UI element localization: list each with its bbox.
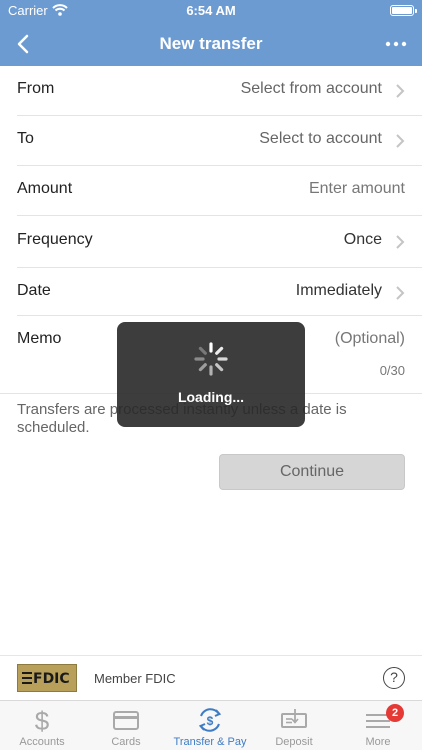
- chevron-right-icon: [396, 235, 405, 249]
- check-deposit-icon: [281, 709, 307, 728]
- clock: 6:54 AM: [186, 3, 236, 18]
- loading-spinner-icon: [194, 342, 228, 376]
- notification-badge: 2: [386, 704, 404, 722]
- transfer-pay-icon: $: [198, 708, 222, 732]
- battery-icon: [390, 5, 417, 16]
- frequency-select[interactable]: Once: [344, 231, 382, 249]
- from-account-select[interactable]: Select from account: [241, 80, 382, 98]
- navigation-bar: New transfer: [0, 22, 422, 66]
- from-row[interactable]: From Select from account: [17, 66, 422, 116]
- card-icon: [113, 711, 139, 730]
- fdic-logo: FDIC: [17, 664, 77, 692]
- fdic-stripes-icon: [22, 672, 32, 684]
- to-account-select[interactable]: Select to account: [259, 130, 382, 148]
- loading-text: Loading...: [177, 389, 245, 405]
- member-fdic-label: Member FDIC: [94, 671, 176, 686]
- tab-label: Transfer & Pay: [173, 736, 247, 748]
- tab-label: Cards: [111, 736, 141, 748]
- loading-overlay: Loading...: [117, 322, 305, 427]
- svg-text:$: $: [207, 714, 214, 728]
- memo-input[interactable]: (Optional): [335, 330, 405, 348]
- date-label: Date: [17, 282, 51, 299]
- amount-label: Amount: [17, 180, 73, 197]
- continue-button[interactable]: Continue: [219, 454, 405, 490]
- frequency-label: Frequency: [17, 231, 93, 248]
- tab-more[interactable]: 2 More: [336, 701, 420, 750]
- fdic-footer: FDIC Member FDIC ?: [0, 655, 422, 700]
- help-button[interactable]: ?: [383, 667, 405, 689]
- fdic-logo-text: FDIC: [33, 671, 70, 687]
- tab-label: Accounts: [19, 736, 65, 748]
- amount-row[interactable]: Amount Enter amount: [17, 166, 422, 216]
- chevron-right-icon: [396, 84, 405, 98]
- more-options-icon[interactable]: [382, 30, 410, 58]
- amount-input[interactable]: Enter amount: [309, 180, 405, 198]
- to-label: To: [17, 130, 34, 147]
- status-bar: Carrier 6:54 AM: [0, 0, 422, 22]
- tab-bar: $ Accounts Cards $ Transfer & Pay Deposi…: [0, 700, 422, 750]
- tab-deposit[interactable]: Deposit: [252, 701, 336, 750]
- tab-accounts[interactable]: $ Accounts: [0, 701, 84, 750]
- from-label: From: [17, 80, 55, 97]
- date-row[interactable]: Date Immediately: [17, 268, 422, 316]
- tab-label: More: [365, 736, 391, 748]
- page-title: New transfer: [159, 34, 263, 53]
- memo-label: Memo: [17, 330, 62, 347]
- tab-cards[interactable]: Cards: [84, 701, 168, 750]
- tab-label: Deposit: [275, 736, 313, 748]
- dollar-icon: $: [35, 706, 50, 734]
- svg-text:$: $: [35, 706, 50, 734]
- frequency-row[interactable]: Frequency Once: [17, 216, 422, 268]
- tab-transfer-pay[interactable]: $ Transfer & Pay: [168, 701, 252, 750]
- memo-character-counter: 0/30: [379, 363, 405, 378]
- chevron-right-icon: [396, 134, 405, 148]
- to-row[interactable]: To Select to account: [17, 116, 422, 166]
- date-select[interactable]: Immediately: [296, 282, 382, 300]
- chevron-right-icon: [396, 286, 405, 300]
